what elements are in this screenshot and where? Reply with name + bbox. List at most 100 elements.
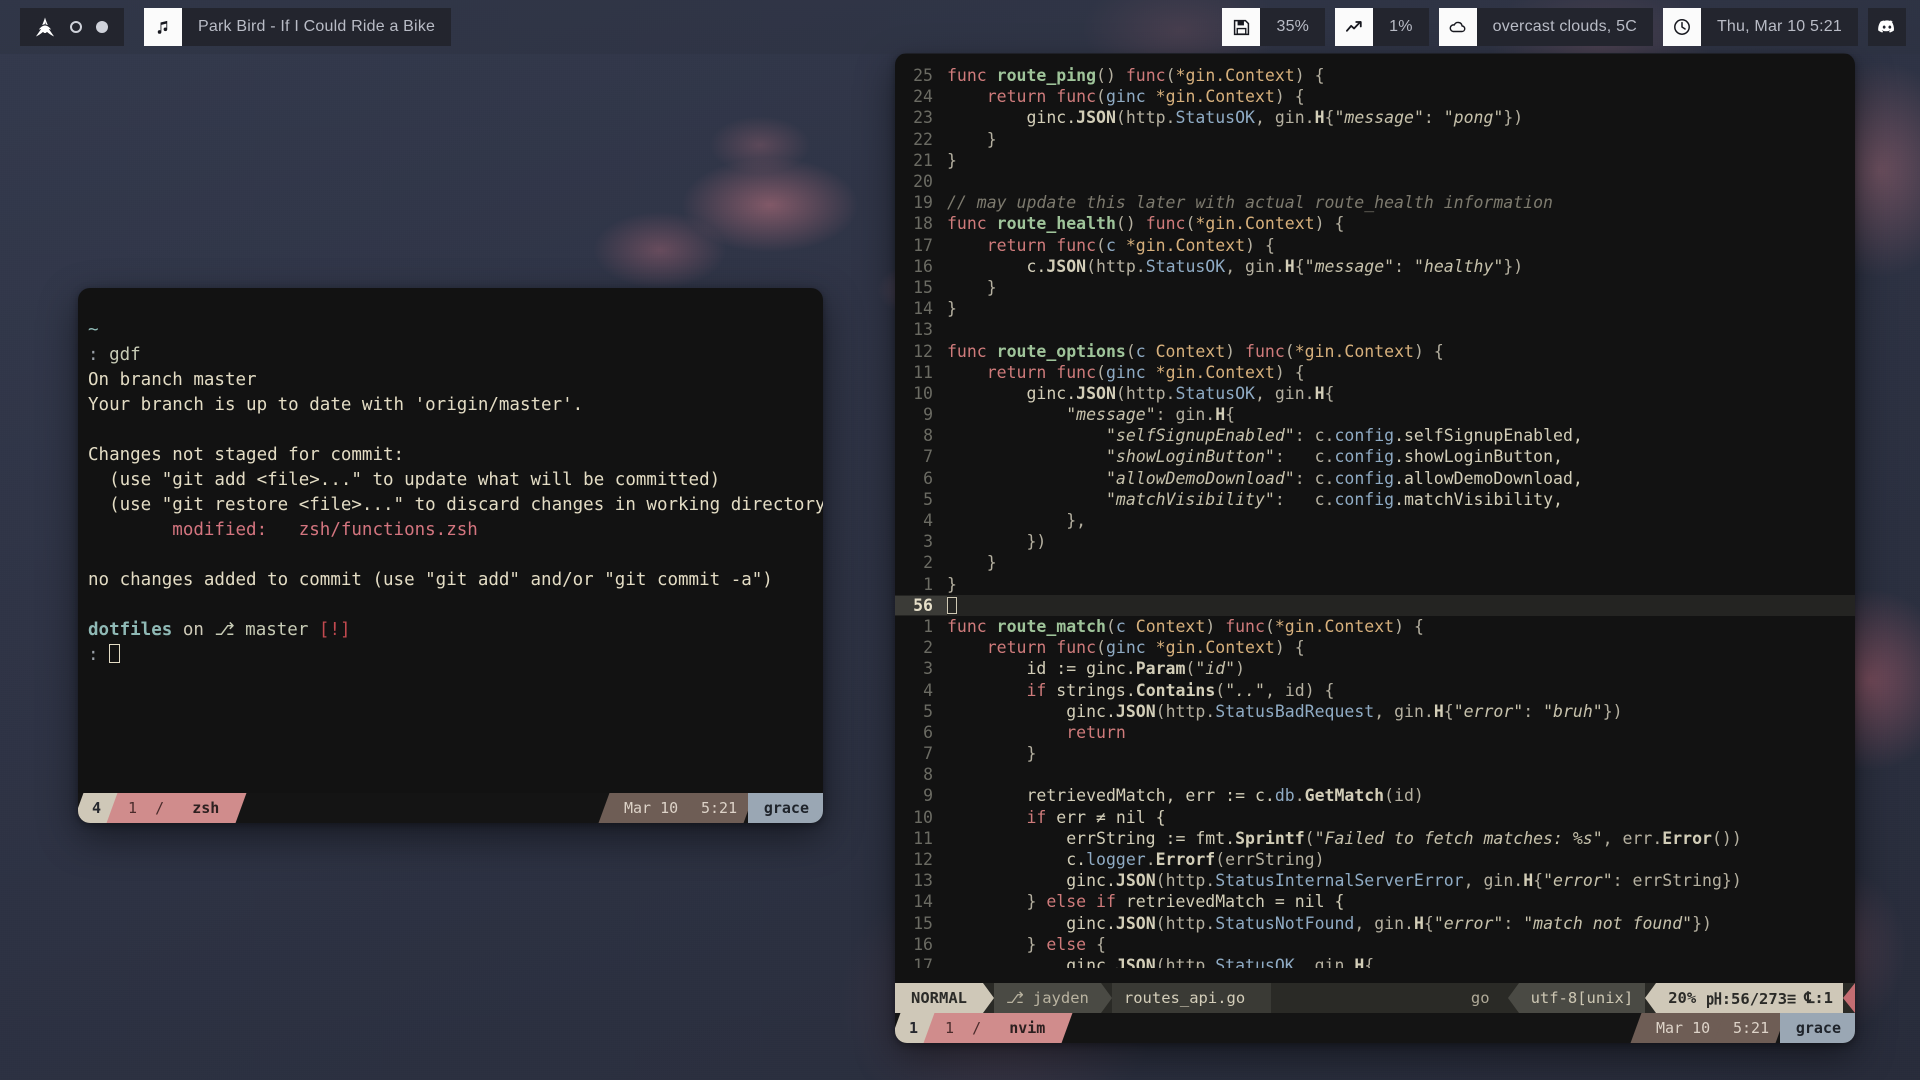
code-line[interactable]: 10 if err ≠ nil { [895, 807, 1855, 828]
code-line[interactable]: 1 func route_match(c Context) func(*gin.C… [895, 616, 1855, 637]
code-line[interactable]: 12 c.logger.Errorf(errString) [895, 849, 1855, 870]
code-line[interactable]: 12 func route_options(c Context) func(*gi… [895, 340, 1855, 361]
floppy-disk-icon [1222, 8, 1261, 46]
code-line[interactable]: 16 } else { [895, 934, 1855, 955]
git-branch-icon: ⎇ [1006, 989, 1024, 1007]
clock-icon [1662, 8, 1701, 46]
code-line[interactable]: 23 ginc.JSON(http.StatusOK, gin.H{"messa… [895, 107, 1855, 128]
code-line[interactable]: 22 } [895, 129, 1855, 150]
code-line[interactable]: 11 errString := fmt.Sprintf("Failed to f… [895, 828, 1855, 849]
code-line[interactable]: 9 "message": gin.H{ [895, 404, 1855, 425]
code-text: return func(ginc *gin.Context) { [986, 87, 1305, 107]
code-line[interactable]: 14} [895, 298, 1855, 319]
code-line[interactable]: 13 [895, 319, 1855, 340]
code-line[interactable]: 17 return func(c *gin.Context) { [895, 235, 1855, 256]
terminal-line: (use "git add <file>..." to update what … [88, 468, 801, 493]
code-text: errString := fmt.Sprintf("Failed to fetc… [947, 828, 1742, 848]
tmux-window-tab[interactable]: 1 / zsh [106, 793, 247, 823]
code-line[interactable]: 11 return func(ginc *gin.Context) { [895, 362, 1855, 383]
nvim-window[interactable]: 25 func route_ping() func(*gin.Context) {… [895, 53, 1855, 1043]
code-line[interactable]: 18 func route_health() func(*gin.Context)… [895, 213, 1855, 234]
discord-icon[interactable] [1868, 8, 1906, 46]
line-number: 8 [923, 426, 933, 446]
terminal-cursor [109, 644, 121, 663]
code-line[interactable]: 2 return func(ginc *gin.Context) { [895, 637, 1855, 658]
nvim-editor-buffer[interactable]: 25 func route_ping() func(*gin.Context) {… [895, 53, 1855, 968]
nvim-filetype: go [1458, 983, 1508, 1013]
code-text: ginc.JSON(http.StatusNotFound, gin.H{"er… [947, 913, 1712, 933]
music-module[interactable]: Park Bird - If I Could Ride a Bike [144, 8, 452, 46]
code-line[interactable]: 4 if strings.Contains("..", id) { [895, 679, 1855, 700]
code-line[interactable]: 6 return [895, 722, 1855, 743]
code-text: } [947, 574, 957, 594]
code-line[interactable]: 24 return func(ginc *gin.Context) { [895, 86, 1855, 107]
cpu-module[interactable]: 1% [1335, 8, 1429, 46]
code-line[interactable]: 8 "selfSignupEnabled": c.config.selfSign… [895, 425, 1855, 446]
terminal-line: Your branch is up to date with 'origin/m… [88, 393, 801, 418]
launcher-module[interactable] [20, 8, 124, 46]
code-line[interactable]: 14 } else if retrievedMatch = nil { [895, 891, 1855, 912]
code-line[interactable]: 21} [895, 150, 1855, 171]
line-number: 20 [913, 172, 933, 192]
code-text: ginc.JSON(http.StatusInternalServerError… [947, 871, 1742, 891]
workspace-dot-1[interactable] [70, 21, 82, 33]
cloud-icon [1438, 8, 1477, 46]
terminal-text: [!] [318, 620, 351, 640]
terminal-text: no changes added to commit (use "git add… [88, 570, 773, 590]
weather-module[interactable]: overcast clouds, 5C [1438, 8, 1653, 46]
terminal-window[interactable]: ~: gdf On branch master Your branch is up … [78, 288, 823, 823]
clock-module[interactable]: Thu, Mar 10 5:21 [1662, 8, 1858, 46]
code-text: func route_match(c Context) func(*gin.Co… [947, 616, 1424, 636]
line-number: 1 [923, 616, 933, 636]
code-line[interactable]: 19 // may update this later with actual r… [895, 192, 1855, 213]
line-number: 16 [913, 934, 933, 954]
terminal-line: dotfiles on ⎇ master [!] [88, 618, 801, 643]
code-line[interactable]: 15 ginc.JSON(http.StatusNotFound, gin.H{… [895, 913, 1855, 934]
terminal-line [88, 418, 801, 443]
code-line[interactable]: 5 "matchVisibility": c.config.matchVisib… [895, 489, 1855, 510]
code-line[interactable]: 13 ginc.JSON(http.StatusInternalServerEr… [895, 870, 1855, 891]
code-line[interactable]: 4 }, [895, 510, 1855, 531]
code-line[interactable]: 8 [895, 764, 1855, 785]
code-line[interactable]: 3 }) [895, 531, 1855, 552]
nvim-tmux-statusbar: 1 1 / nvim Mar 10 5:21 grace [895, 1013, 1855, 1043]
disk-module[interactable]: 35% [1222, 8, 1326, 46]
line-number: 11 [913, 828, 933, 848]
code-text: func route_health() func(*gin.Context) { [947, 214, 1345, 234]
code-line[interactable]: 3 id := ginc.Param("id") [895, 658, 1855, 679]
workspace-dot-2[interactable] [96, 21, 108, 33]
code-line[interactable]: 16 c.JSON(http.StatusOK, gin.H{"message"… [895, 256, 1855, 277]
terminal-prompt-line[interactable]: : [88, 643, 801, 668]
code-line[interactable]: 2 } [895, 552, 1855, 573]
code-line-current[interactable]: 56 [895, 594, 1855, 616]
line-number: 4 [923, 511, 933, 531]
arch-logo-icon[interactable] [34, 16, 56, 38]
code-text: return func(ginc *gin.Context) { [986, 638, 1305, 658]
code-line[interactable]: 7 "showLoginButton": c.config.showLoginB… [895, 446, 1855, 467]
code-line[interactable]: 17 ginc.JSON(http.StatusOK, gin.H{ [895, 955, 1855, 968]
code-text: } [947, 277, 997, 297]
nvim-cursor-position: 20% ㏗:56/273≡ ℄:1 [1656, 983, 1843, 1013]
nvim-git-branch: ⎇ jayden [994, 983, 1101, 1013]
code-text: return func(ginc *gin.Context) { [986, 362, 1305, 382]
terminal-text: Your branch is up to date with 'origin/m… [88, 395, 584, 415]
terminal-line: ~ [88, 318, 801, 343]
terminal-text: on [172, 620, 215, 640]
code-text: }) [947, 532, 1047, 552]
code-line[interactable]: 10 ginc.JSON(http.StatusOK, gin.H{ [895, 383, 1855, 404]
code-line[interactable]: 15 } [895, 277, 1855, 298]
tmux-window-tab[interactable]: 1 / nvim [923, 1013, 1073, 1043]
tmux-date: Mar 10 [598, 793, 694, 823]
code-line[interactable]: 7 } [895, 743, 1855, 764]
code-line[interactable]: 1} [895, 574, 1855, 595]
terminal-line: On branch master [88, 368, 801, 393]
code-line[interactable]: 20 [895, 171, 1855, 192]
line-number: 2 [923, 638, 933, 658]
code-line[interactable]: 6 "allowDemoDownload": c.config.allowDem… [895, 468, 1855, 489]
line-number: 12 [913, 341, 933, 361]
code-line[interactable]: 9 retrievedMatch, err := c.db.GetMatch(i… [895, 785, 1855, 806]
code-line[interactable]: 25 func route_ping() func(*gin.Context) { [895, 65, 1855, 86]
code-line[interactable]: 5 ginc.JSON(http.StatusBadRequest, gin.H… [895, 701, 1855, 722]
